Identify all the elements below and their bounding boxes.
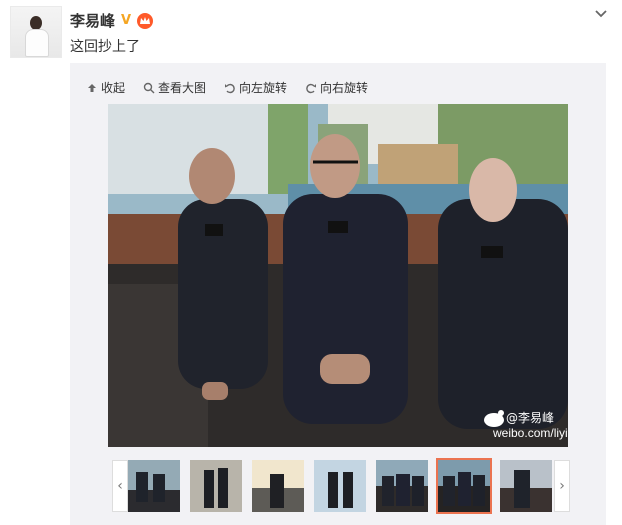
rotate-left-button[interactable]: 向左旋转 [224, 79, 287, 96]
thumbnail-7[interactable] [500, 460, 552, 512]
thumbnail-strip: ‹ › [112, 458, 570, 514]
avatar[interactable] [10, 6, 62, 58]
arrow-right-icon[interactable]: › [554, 460, 570, 512]
view-large-button[interactable]: 查看大图 [143, 79, 206, 96]
avatar-head [30, 16, 42, 30]
thumbnail-4[interactable] [314, 460, 366, 512]
post-text: 这回抄上了 [70, 39, 140, 55]
media-toolbar: 收起 查看大图 向左旋转 向右旋转 [86, 79, 368, 96]
view-large-label: 查看大图 [158, 81, 207, 95]
rotate-right-icon [306, 83, 317, 93]
collapse-icon [88, 83, 96, 92]
thumbnail-3[interactable] [252, 460, 304, 512]
media-expanded-panel: 收起 查看大图 向左旋转 向右旋转 weibo.com/liyi @李易峰 ‹ … [70, 63, 606, 525]
v-verified-icon[interactable]: V [119, 13, 133, 28]
chevron-down-icon[interactable] [594, 6, 608, 20]
weibo-post: 李易峰 V 这回抄上了 收起 查看大图 向左旋转 向右旋转 weibo.com/… [0, 0, 622, 525]
collapse-button[interactable]: 收起 [86, 79, 125, 96]
rotate-left-label: 向左旋转 [239, 81, 288, 95]
author-row: 李易峰 V [70, 10, 154, 31]
rotate-left-icon [225, 83, 235, 93]
thumbnail-5[interactable] [376, 460, 428, 512]
main-photo[interactable]: weibo.com/liyifeng2007 @李易峰 [108, 104, 568, 447]
author-name[interactable]: 李易峰 [70, 10, 115, 31]
avatar-body [25, 29, 49, 57]
main-photo-image: weibo.com/liyifeng2007 @李易峰 [108, 104, 568, 447]
thumbnail-2[interactable] [190, 460, 242, 512]
search-icon [143, 82, 155, 93]
rotate-right-label: 向右旋转 [320, 81, 369, 95]
thumbnail-1[interactable] [128, 460, 180, 512]
arrow-left-icon[interactable]: ‹ [112, 460, 128, 512]
collapse-label: 收起 [101, 81, 126, 95]
crown-badge-icon[interactable] [137, 12, 154, 29]
photo-watermark-url: weibo.com/liyifeng2007 [492, 426, 568, 440]
rotate-right-button[interactable]: 向右旋转 [305, 79, 368, 96]
photo-watermark-name: @李易峰 [506, 410, 554, 425]
thumbnail-6-selected[interactable] [436, 458, 492, 514]
